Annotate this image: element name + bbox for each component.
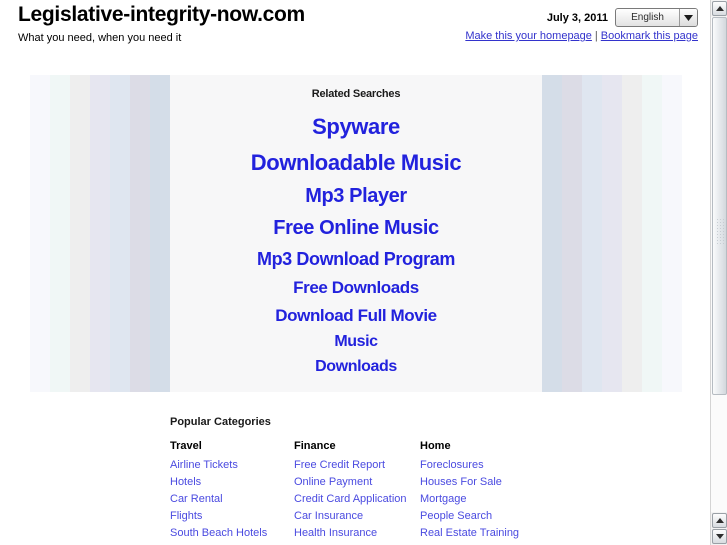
scrollbar-thumb[interactable] xyxy=(712,17,727,395)
category-column: Home Foreclosures Houses For Sale Mortgage P… xyxy=(420,440,544,542)
related-searches-panel: Related Searches Spyware Downloadable Mus… xyxy=(30,75,682,392)
category-column-title: Home xyxy=(420,440,451,452)
scroll-up-button-bottom[interactable] xyxy=(712,513,727,528)
related-search-link[interactable]: Mp3 Download Program xyxy=(30,249,682,270)
category-column: Travel Airline Tickets Hotels Car Rental Fli… xyxy=(170,440,294,542)
bookmark-page-link[interactable]: Bookmark this page xyxy=(601,30,698,42)
page-header: Legislative-integrity-now.com What you n… xyxy=(0,0,710,72)
category-link[interactable]: Online Payment xyxy=(294,474,420,491)
related-searches-list: Spyware Downloadable Music Mp3 Player Free … xyxy=(30,114,682,376)
vertical-scrollbar[interactable] xyxy=(710,0,727,545)
language-select[interactable]: English xyxy=(615,8,698,27)
header-utility-area: July 3, 2011 English Make this your home… xyxy=(465,8,698,42)
category-column-title: Travel xyxy=(170,440,202,452)
related-search-link[interactable]: Music xyxy=(30,333,682,351)
scrollbar-grip xyxy=(716,218,725,244)
scrollbar-track[interactable] xyxy=(711,17,727,512)
category-link[interactable]: Hotels xyxy=(170,474,294,491)
related-search-link[interactable]: Download Full Movie xyxy=(30,306,682,326)
chevron-down-icon[interactable] xyxy=(679,9,697,26)
header-links: Make this your homepage | Bookmark this pa… xyxy=(465,30,698,42)
related-search-link[interactable]: Downloads xyxy=(30,358,682,376)
related-searches-heading: Related Searches xyxy=(311,88,401,100)
scroll-up-button[interactable] xyxy=(712,1,727,16)
category-link[interactable]: Credit Card Application xyxy=(294,491,420,508)
category-link[interactable]: South Beach Hotels xyxy=(170,525,294,542)
category-link[interactable]: Foreclosures xyxy=(420,457,544,474)
category-link[interactable]: Mortgage xyxy=(420,491,544,508)
category-link[interactable]: Free Credit Report xyxy=(294,457,420,474)
category-column: Finance Free Credit Report Online Payment C… xyxy=(294,440,420,542)
category-link[interactable]: Airline Tickets xyxy=(170,457,294,474)
category-link[interactable]: Flights xyxy=(170,508,294,525)
popular-categories-section: Popular Categories Travel Airline Tickets… xyxy=(170,416,690,542)
category-link[interactable]: Real Estate Training xyxy=(420,525,544,542)
site-title: Legislative-integrity-now.com xyxy=(18,3,305,26)
site-tagline: What you need, when you need it xyxy=(18,32,182,44)
current-date: July 3, 2011 xyxy=(546,11,608,24)
language-select-value: English xyxy=(631,12,664,23)
related-search-link[interactable]: Free Online Music xyxy=(30,217,682,240)
popular-categories-heading: Popular Categories xyxy=(170,416,271,428)
related-search-link[interactable]: Free Downloads xyxy=(30,278,682,298)
site-branding: Legislative-integrity-now.com What you n… xyxy=(18,2,318,45)
category-link[interactable]: Car Insurance xyxy=(294,508,420,525)
related-search-link[interactable]: Downloadable Music xyxy=(30,150,682,176)
make-homepage-link[interactable]: Make this your homepage xyxy=(465,30,592,42)
link-separator: | xyxy=(594,30,598,42)
category-link[interactable]: Health Insurance xyxy=(294,525,420,542)
related-search-link[interactable]: Spyware xyxy=(30,114,682,140)
date-and-language-row: July 3, 2011 English xyxy=(465,8,698,27)
category-column-title: Finance xyxy=(294,440,336,452)
scroll-down-button[interactable] xyxy=(712,529,727,544)
related-searches-content: Related Searches Spyware Downloadable Mus… xyxy=(30,75,682,392)
category-link[interactable]: Car Rental xyxy=(170,491,294,508)
category-link[interactable]: People Search xyxy=(420,508,544,525)
page-viewport: Legislative-integrity-now.com What you n… xyxy=(0,0,710,545)
category-link[interactable]: Houses For Sale xyxy=(420,474,544,491)
popular-categories-columns: Travel Airline Tickets Hotels Car Rental Fli… xyxy=(170,440,690,542)
related-search-link[interactable]: Mp3 Player xyxy=(30,185,682,208)
